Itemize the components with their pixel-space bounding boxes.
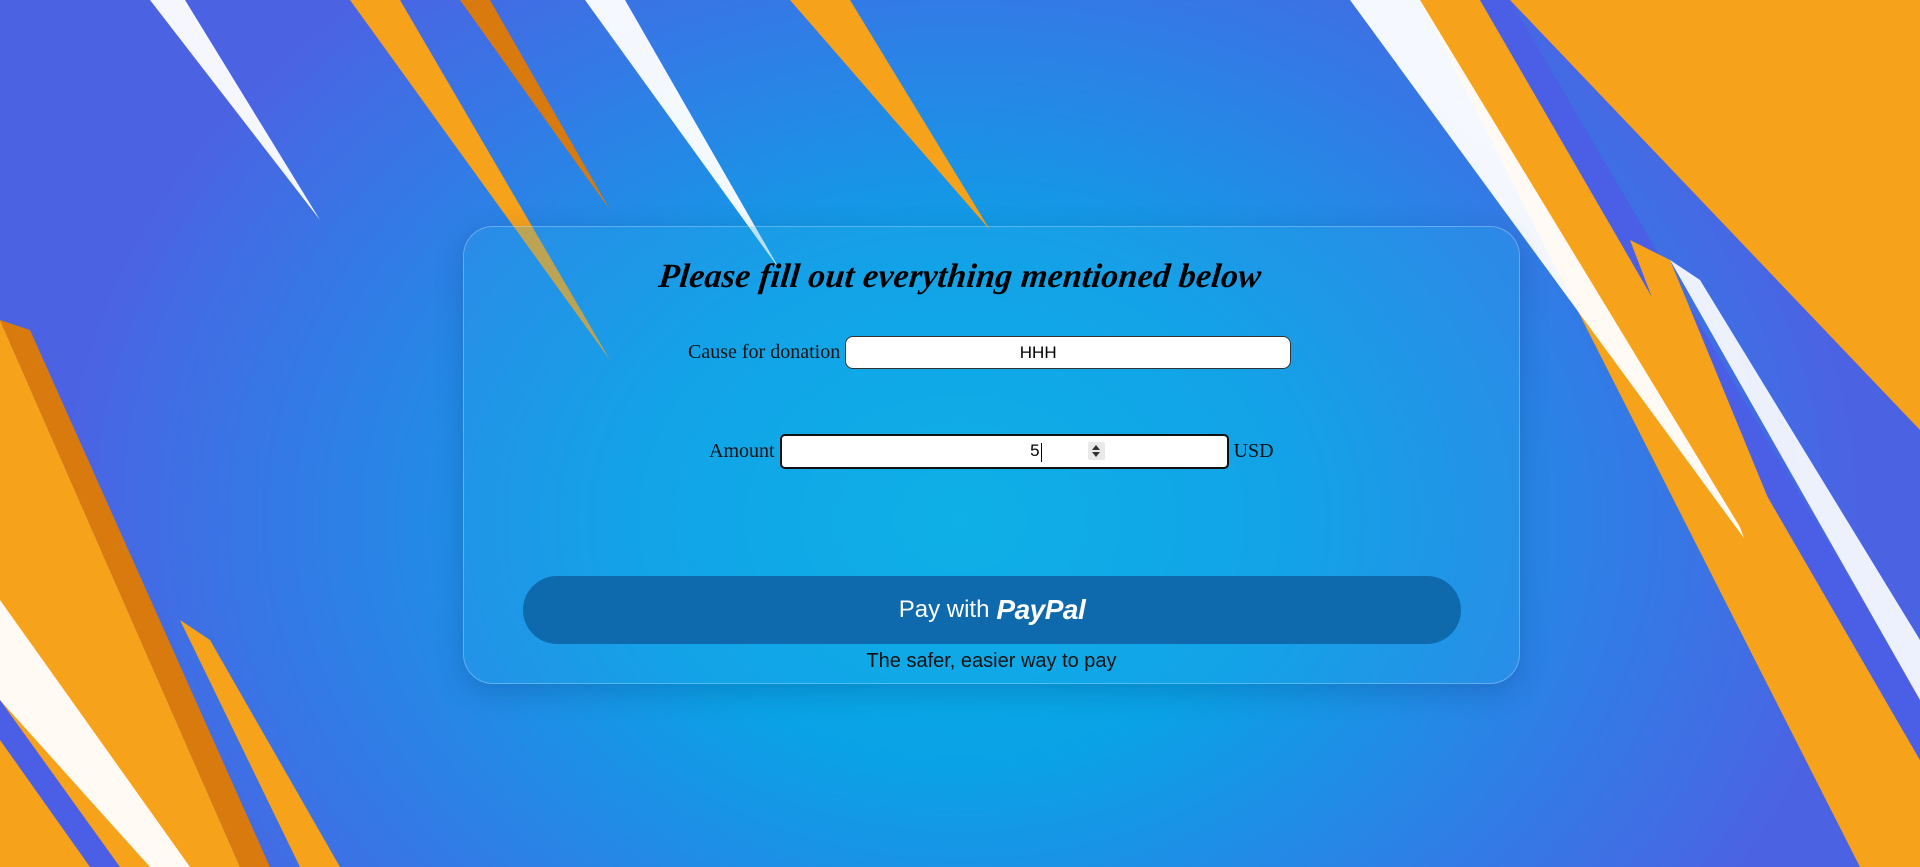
spinner-down-icon[interactable] [1092,452,1101,457]
paypal-logo: PayPal [996,594,1086,625]
cause-label: Cause for donation [688,341,841,363]
amount-value: 5 [1030,441,1042,462]
amount-label: Amount [709,440,775,462]
amount-row: Amount 5 USD [709,434,1274,469]
cause-row: Cause for donation [688,336,1292,369]
amount-input[interactable]: 5 [779,434,1229,469]
paypal-tagline: The safer, easier way to pay [866,650,1117,672]
text-caret [1040,442,1042,462]
pay-with-paypal-button[interactable]: Pay with PayPal [523,576,1461,644]
cause-input[interactable] [845,336,1292,369]
amount-spinner[interactable] [1087,442,1105,460]
currency-label: USD [1233,440,1274,462]
spinner-up-icon[interactable] [1092,445,1101,450]
form-heading: Please fill out everything mentioned bel… [656,258,1264,295]
pay-label: Pay with [898,596,990,623]
